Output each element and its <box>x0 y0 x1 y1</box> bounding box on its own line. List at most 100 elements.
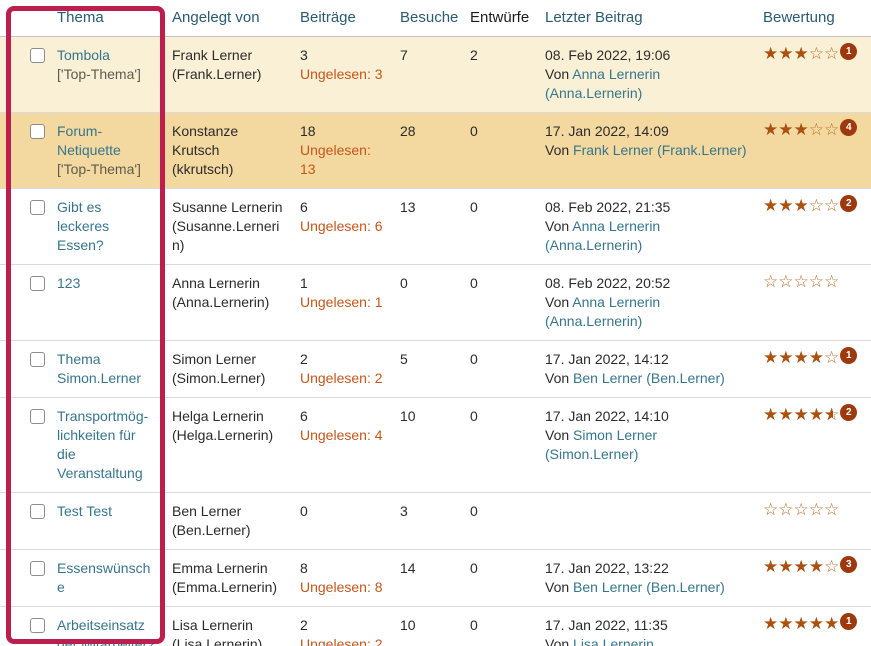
rating-stars[interactable]: ☆☆☆☆☆ <box>763 500 839 519</box>
visits-cell: 0 <box>392 265 462 341</box>
last-post-author-line: Von Ben Lerner (Ben.Lerner) <box>545 369 747 388</box>
unread-count-label: Ungelesen: 1 <box>300 293 384 312</box>
table-row: EssenswünscheEmma Lernerin (Emma.Lerneri… <box>0 550 871 607</box>
row-checkbox[interactable] <box>30 561 45 576</box>
row-checkbox[interactable] <box>30 352 45 367</box>
topic-link[interactable]: Thema Simon.Lerner <box>57 351 141 386</box>
star-filled-icon: ★ <box>763 406 778 423</box>
last-post-author-link[interactable]: Ben Lerner (Ben.Lerner) <box>573 579 725 595</box>
column-header-angelegt-von[interactable]: Angelegt von <box>164 0 292 37</box>
last-post-cell: 17. Jan 2022, 14:09Von Frank Lerner (Fra… <box>537 113 755 189</box>
row-checkbox[interactable] <box>30 276 45 291</box>
star-filled-icon: ★ <box>794 349 809 366</box>
topic-link[interactable]: Gibt es leckeres Essen? <box>57 199 109 253</box>
last-post-date: 17. Jan 2022, 14:10 <box>545 407 747 426</box>
rating-stars[interactable]: ★★★★☆ <box>763 557 839 576</box>
topic-link[interactable]: 123 <box>57 275 80 291</box>
star-filled-icon: ★ <box>778 197 793 214</box>
topic-link[interactable]: Essenswünsche <box>57 560 150 595</box>
last-post-cell: 17. Jan 2022, 11:35Von Lisa Lernerin (Li… <box>537 607 755 646</box>
row-checkbox[interactable] <box>30 504 45 519</box>
rating-stars[interactable]: ★★★☆☆ <box>763 120 839 139</box>
row-checkbox[interactable] <box>30 124 45 139</box>
header-select-column <box>0 0 49 37</box>
star-filled-icon: ★ <box>809 406 824 423</box>
visits-cell: 13 <box>392 189 462 265</box>
sort-link[interactable]: Beiträge <box>300 9 356 26</box>
row-checkbox[interactable] <box>30 409 45 424</box>
last-post-author-line: Von Simon Lerner (Simon.Lerner) <box>545 426 747 464</box>
table-row: Forum-Netiquette['Top-Thema']Konstanze K… <box>0 113 871 189</box>
row-select-cell <box>0 550 49 607</box>
column-header-letzter-beitrag[interactable]: Letzter Beitrag <box>537 0 755 37</box>
row-checkbox[interactable] <box>30 200 45 215</box>
sort-link[interactable]: Letzter Beitrag <box>545 9 643 26</box>
star-filled-icon: ★ <box>763 558 778 575</box>
last-post-cell: 08. Feb 2022, 21:35Von Anna Lernerin (An… <box>537 189 755 265</box>
topic-link[interactable]: Test Test <box>57 503 112 519</box>
star-filled-icon: ★ <box>763 197 778 214</box>
forum-topics-page: Thema Angelegt von Beiträge BesucheEntwürfe… <box>0 0 871 646</box>
row-checkbox[interactable] <box>30 618 45 633</box>
column-header-beitr-ge[interactable]: Beiträge <box>292 0 392 37</box>
rating-stars[interactable]: ★★★☆☆ <box>763 196 839 215</box>
topic-cell: Transportmög-lichkeiten für die Veransta… <box>49 398 164 493</box>
star-filled-icon: ★ <box>794 197 809 214</box>
posts-cell: 6Ungelesen: 4 <box>292 398 392 493</box>
unread-count-label: Ungelesen: 2 <box>300 369 384 388</box>
column-header-bewertung[interactable]: Bewertung <box>755 0 871 37</box>
last-post-author-link[interactable]: Frank Lerner (Frank.Lerner) <box>573 142 747 158</box>
row-select-cell <box>0 265 49 341</box>
rating-cell: ★★★★★1 <box>755 607 871 646</box>
von-label: Von <box>545 370 573 386</box>
sort-link[interactable]: Besuche <box>400 9 458 26</box>
column-header-entw-rfe: Entwürfe <box>462 0 537 37</box>
drafts-cell: 0 <box>462 398 537 493</box>
author-cell: Lisa Lernerin (Lisa.Lernerin) <box>164 607 292 646</box>
star-empty-icon: ☆ <box>809 273 824 290</box>
last-post-author-link[interactable]: Ben Lerner (Ben.Lerner) <box>573 370 725 386</box>
last-post-cell: 17. Jan 2022, 14:12Von Ben Lerner (Ben.L… <box>537 341 755 398</box>
unread-count-label: Ungelesen: 8 <box>300 578 384 597</box>
topic-link[interactable]: Arbeitseinsatz der Mitarbeiter? <box>57 617 155 646</box>
unread-count-label: Ungelesen: 4 <box>300 426 384 445</box>
column-header-thema[interactable]: Thema <box>49 0 164 37</box>
rating-cell: ★★★★☆1 <box>755 341 871 398</box>
rating-stars[interactable]: ★★★☆☆ <box>763 44 839 63</box>
last-post-author-line: Von Frank Lerner (Frank.Lerner) <box>545 141 747 160</box>
star-empty-icon: ☆ <box>809 197 824 214</box>
star-filled-icon: ★ <box>809 558 824 575</box>
star-empty-icon: ☆ <box>809 45 824 62</box>
topic-link[interactable]: Transportmög-lichkeiten für die Veransta… <box>57 408 148 481</box>
von-label: Von <box>545 218 572 234</box>
topic-link[interactable]: Tombola <box>57 47 110 63</box>
table-row: Arbeitseinsatz der Mitarbeiter? Lisa Lern… <box>0 607 871 646</box>
star-empty-icon: ☆ <box>763 273 778 290</box>
rating-stars[interactable]: ☆☆☆☆☆ <box>763 272 839 291</box>
row-checkbox[interactable] <box>30 48 45 63</box>
posts-cell: 6Ungelesen: 6 <box>292 189 392 265</box>
von-label: Von <box>545 579 573 595</box>
star-filled-icon: ★ <box>778 406 793 423</box>
unread-count-label: Ungelesen: 3 <box>300 65 384 84</box>
unread-count-label: Ungelesen: 13 <box>300 141 384 179</box>
star-empty-icon: ☆ <box>778 501 793 518</box>
rating-cell: ☆☆☆☆☆ <box>755 265 871 341</box>
rating-stars[interactable]: ★★★★★ <box>763 614 839 633</box>
column-header-besuche[interactable]: Besuche <box>392 0 462 37</box>
table-row: Thema Simon.LernerSimon Lerner (Simon.Le… <box>0 341 871 398</box>
posts-count: 6 <box>300 407 384 426</box>
star-empty-icon: ☆ <box>778 273 793 290</box>
sort-link[interactable]: Angelegt von <box>172 9 260 26</box>
rating-stars[interactable]: ★★★★★☆ <box>763 405 839 424</box>
last-post-cell <box>537 493 755 550</box>
drafts-cell: 0 <box>462 189 537 265</box>
sort-link[interactable]: Thema <box>57 9 104 26</box>
sort-link[interactable]: Bewertung <box>763 9 835 26</box>
row-select-cell <box>0 493 49 550</box>
last-post-date: 17. Jan 2022, 14:12 <box>545 350 747 369</box>
rating-count-badge: 2 <box>840 195 857 212</box>
topic-link[interactable]: Forum-Netiquette <box>57 123 121 158</box>
rating-stars[interactable]: ★★★★☆ <box>763 348 839 367</box>
table-row: Tombola['Top-Thema']Frank Lerner (Frank.… <box>0 37 871 113</box>
